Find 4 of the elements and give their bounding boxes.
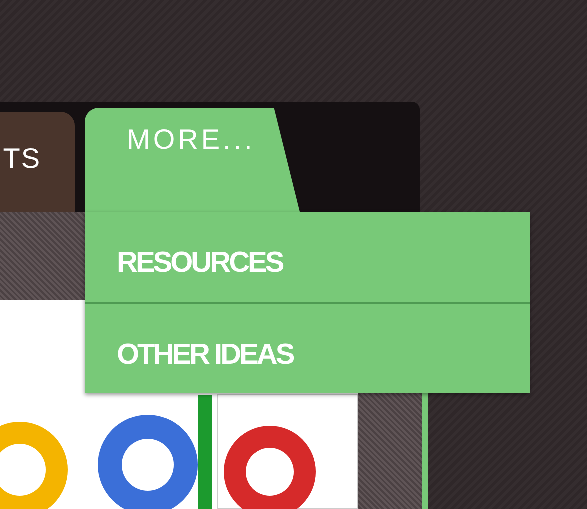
menu-tab[interactable]: MORE... — [85, 108, 300, 212]
menu-item[interactable]: OTHER IDEAS — [85, 302, 530, 393]
menu-item[interactable]: RESOURCES — [85, 212, 530, 302]
menu-tab[interactable]: TS — [0, 112, 75, 212]
